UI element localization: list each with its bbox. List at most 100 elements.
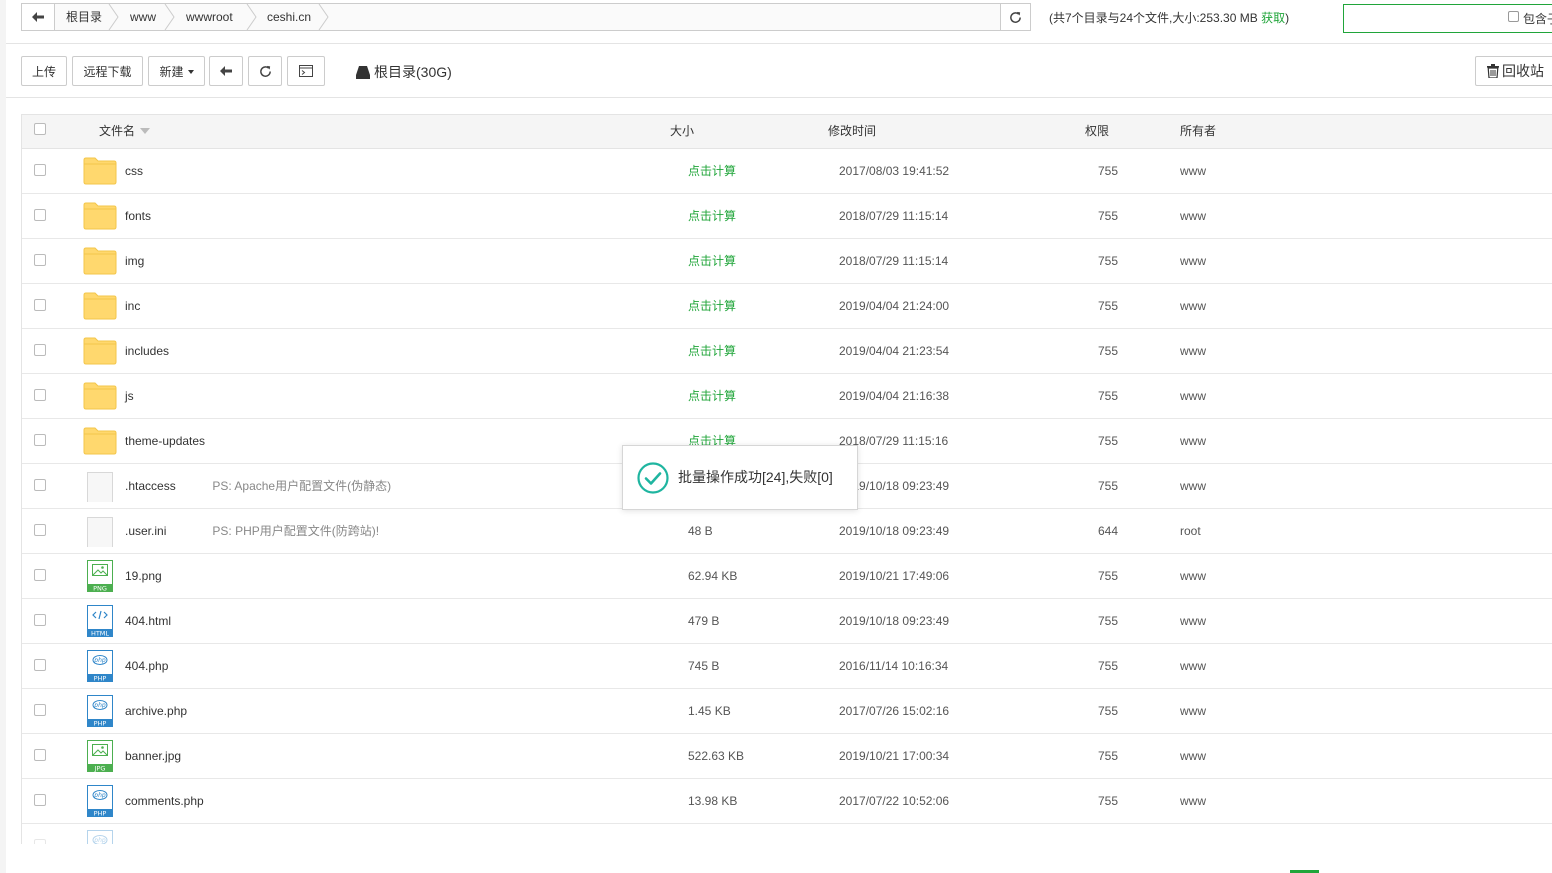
table-row[interactable]: JPG banner.jpg 522.63 KB 2019/10/21 17:00:3… [22,734,1552,779]
row-checkbox[interactable] [34,704,46,716]
owner[interactable]: www [1180,689,1206,733]
back-button[interactable] [209,56,243,86]
file-name[interactable]: comments.php [125,779,204,823]
calc-size-link[interactable]: 点击计算 [688,284,736,328]
crumb-www[interactable]: www [130,4,156,30]
row-checkbox[interactable] [34,839,46,844]
row-checkbox[interactable] [34,209,46,221]
row-checkbox[interactable] [34,569,46,581]
owner[interactable]: www [1180,464,1206,508]
column-header-modified[interactable]: 修改时间 [828,115,876,148]
file-name[interactable]: css [125,149,143,193]
owner[interactable]: www [1180,419,1206,463]
path-back-button[interactable] [22,4,55,30]
column-header-name[interactable]: 文件名 [99,115,151,148]
owner[interactable]: www [1180,644,1206,688]
upload-button[interactable]: 上传 [21,56,67,86]
row-checkbox[interactable] [34,254,46,266]
file-name[interactable]: .htaccess [125,464,176,508]
crumb-root[interactable]: 根目录 [66,4,102,30]
permission[interactable]: 644 [1098,509,1118,553]
calc-size-link[interactable]: 点击计算 [688,149,736,193]
permission[interactable]: 755 [1098,374,1118,418]
permission[interactable]: 755 [1098,149,1118,193]
permission[interactable]: 755 [1098,239,1118,283]
permission[interactable]: 755 [1098,554,1118,598]
file-name[interactable]: js [125,374,134,418]
file-name[interactable]: fonts [125,194,151,238]
file-name[interactable]: img [125,239,144,283]
permission[interactable]: 755 [1098,599,1118,643]
file-name[interactable]: 19.png [125,554,162,598]
owner[interactable]: www [1180,194,1206,238]
file-name[interactable]: 404.php [125,644,168,688]
permission[interactable]: 755 [1098,734,1118,778]
table-row[interactable]: .user.ini PS: PHP用户配置文件(防跨站)! 48 B 2019/10/… [22,509,1552,554]
get-size-link[interactable]: 获取 [1261,11,1285,25]
table-row[interactable]: PNG 19.png 62.94 KB 2019/10/21 17:49:06 755 w… [22,554,1552,599]
crumb-ceshi[interactable]: ceshi.cn [267,4,311,30]
table-row[interactable]: includes 点击计算 2019/04/04 21:23:54 755 www [22,329,1552,374]
new-dropdown-button[interactable]: 新建 [148,56,205,86]
row-checkbox[interactable] [34,614,46,626]
row-checkbox[interactable] [34,434,46,446]
file-name[interactable]: theme-updates [125,419,205,463]
calc-size-link[interactable]: 点击计算 [688,329,736,373]
select-all-checkbox[interactable] [34,123,46,135]
calc-size-link[interactable]: 点击计算 [688,374,736,418]
permission[interactable]: 755 [1098,194,1118,238]
table-row[interactable]: js 点击计算 2019/04/04 21:16:38 755 www [22,374,1552,419]
owner[interactable]: www [1180,374,1206,418]
table-row[interactable]: php PHP comments.php 13.98 KB 2017/07/22 10:… [22,779,1552,824]
terminal-button[interactable] [287,56,325,86]
row-checkbox[interactable] [34,794,46,806]
table-row[interactable]: css 点击计算 2017/08/03 19:41:52 755 www [22,149,1552,194]
disk-selector[interactable]: 根目录(30G) [356,62,452,82]
owner[interactable]: www [1180,239,1206,283]
table-row[interactable]: fonts 点击计算 2018/07/29 11:15:14 755 www [22,194,1552,239]
permission[interactable]: 755 [1098,284,1118,328]
permission[interactable]: 755 [1098,464,1118,508]
file-name[interactable]: banner.jpg [125,734,181,778]
permission[interactable]: 755 [1098,329,1118,373]
row-checkbox[interactable] [34,164,46,176]
owner[interactable]: www [1180,599,1206,643]
file-name[interactable]: .user.ini [125,509,166,553]
file-name[interactable]: 404.html [125,599,171,643]
row-checkbox[interactable] [34,344,46,356]
owner[interactable]: www [1180,149,1206,193]
owner[interactable]: www [1180,329,1206,373]
calc-size-link[interactable]: 点击计算 [688,239,736,283]
row-checkbox[interactable] [34,479,46,491]
row-checkbox[interactable] [34,389,46,401]
recycle-bin-button[interactable]: 回收站 [1475,56,1552,86]
remote-download-button[interactable]: 远程下载 [72,56,143,86]
table-row[interactable]: img 点击计算 2018/07/29 11:15:14 755 www [22,239,1552,284]
file-name[interactable]: archive.php [125,689,187,733]
table-row[interactable]: php PHP 404.php 745 B 2016/11/14 10:16:34 755… [22,644,1552,689]
row-checkbox[interactable] [34,299,46,311]
crumb-wwwroot[interactable]: wwwroot [186,4,233,30]
file-name[interactable]: includes [125,329,169,373]
path-refresh-button[interactable] [1000,4,1030,30]
permission[interactable]: 755 [1098,779,1118,823]
row-checkbox[interactable] [34,524,46,536]
row-checkbox[interactable] [34,749,46,761]
permission[interactable]: 755 [1098,689,1118,733]
owner[interactable]: www [1180,554,1206,598]
refresh-button[interactable] [248,56,282,86]
table-row[interactable]: php PHP archive.php 1.45 KB 2017/07/26 15:02… [22,689,1552,734]
row-checkbox[interactable] [34,659,46,671]
include-subdir-checkbox[interactable] [1508,11,1519,22]
owner[interactable]: root [1180,509,1201,553]
owner[interactable]: www [1180,284,1206,328]
file-name[interactable]: inc [125,284,140,328]
owner[interactable]: www [1180,779,1206,823]
search-input[interactable] [1343,4,1552,33]
permission[interactable]: 755 [1098,419,1118,463]
column-header-size[interactable]: 大小 [670,115,694,148]
owner[interactable]: www [1180,734,1206,778]
table-row[interactable]: HTML 404.html 479 B 2019/10/18 09:23:49 755 w… [22,599,1552,644]
calc-size-link[interactable]: 点击计算 [688,194,736,238]
table-row[interactable]: inc 点击计算 2019/04/04 21:24:00 755 www [22,284,1552,329]
